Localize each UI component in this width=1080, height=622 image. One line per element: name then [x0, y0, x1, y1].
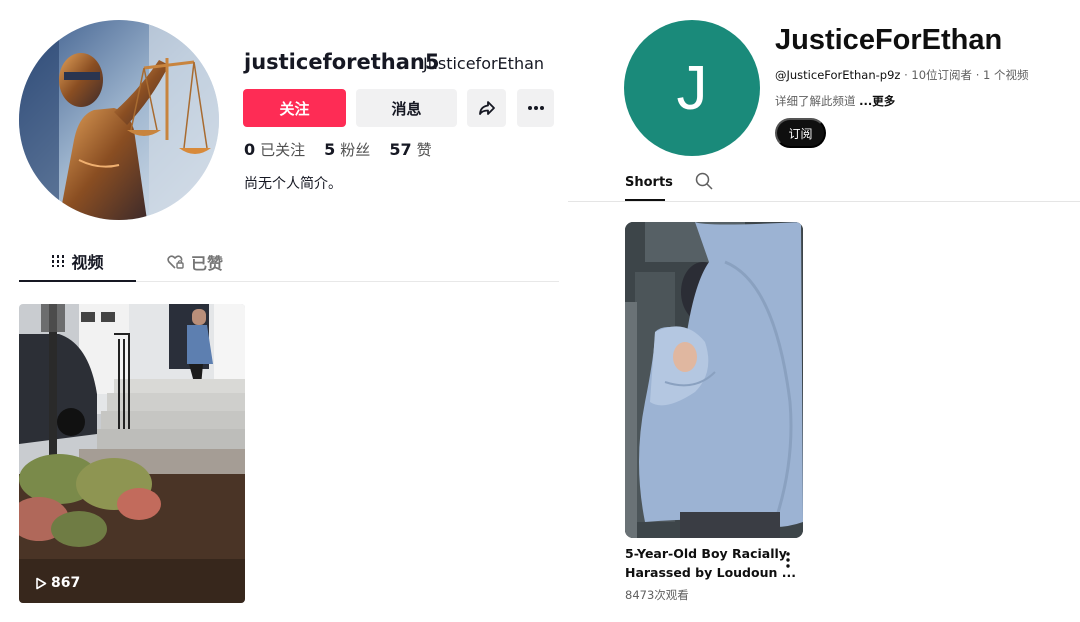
tab-liked[interactable]: 已赞: [167, 242, 223, 281]
search-icon[interactable]: [694, 171, 714, 191]
channel-description[interactable]: 详细了解此频道 ...更多: [775, 93, 895, 109]
stat-likes: 57 赞: [389, 140, 432, 159]
channel-handle: @JusticeForEthan-p9z: [775, 68, 901, 82]
youtube-channel-panel: J JusticeForEthan @JusticeForEthan-p9z ·…: [568, 0, 1080, 622]
short-view-count: 8473次观看: [625, 588, 689, 602]
subscribe-button[interactable]: 订阅: [775, 118, 826, 148]
channel-tabs: Shorts: [568, 165, 1080, 202]
tab-shorts[interactable]: Shorts: [625, 165, 673, 201]
stat-followers[interactable]: 5 粉丝: [324, 139, 370, 160]
tiktok-profile-panel: justiceforethan5 JusticeforEthan 关注 消息 0…: [0, 0, 565, 622]
profile-bio: 尚无个人简介。: [244, 176, 342, 192]
nickname: JusticeforEthan: [423, 54, 545, 73]
profile-tabs: 视频 已赞: [19, 242, 559, 282]
short-thumbnail[interactable]: [625, 222, 803, 538]
channel-subscribers: · 10位订阅者 · 1 个视频: [900, 68, 1029, 82]
short-title[interactable]: 5-Year-Old Boy Racially Harassed by Loud…: [625, 544, 796, 582]
tab-videos[interactable]: 视频: [19, 242, 136, 282]
tab-liked-label: 已赞: [191, 253, 224, 273]
profile-avatar[interactable]: [19, 20, 219, 220]
profile-stats: 0 已关注 5 粉丝 57 赞: [244, 139, 432, 160]
message-button[interactable]: 消息: [356, 89, 457, 127]
more-vertical-icon[interactable]: [780, 550, 796, 570]
more-options-button[interactable]: [517, 89, 554, 127]
more-icon: [527, 106, 544, 110]
stat-following[interactable]: 0 已关注: [244, 139, 305, 160]
channel-name: JusticeForEthan: [775, 24, 1003, 56]
username: justiceforethan5: [244, 50, 440, 74]
more-link[interactable]: ...更多: [859, 94, 895, 108]
play-icon: [36, 577, 47, 589]
share-button[interactable]: [467, 89, 506, 127]
video-view-count: 867: [35, 575, 80, 591]
heart-lock-icon: [167, 254, 184, 269]
share-icon: [478, 101, 495, 115]
channel-meta: @JusticeForEthan-p9z · 10位订阅者 · 1 个视频: [775, 67, 1029, 83]
follow-button[interactable]: 关注: [243, 89, 346, 127]
tab-videos-label: 视频: [71, 253, 104, 272]
channel-avatar[interactable]: J: [624, 20, 760, 156]
video-thumbnail[interactable]: 867: [19, 304, 245, 603]
grid-icon: [52, 255, 65, 267]
